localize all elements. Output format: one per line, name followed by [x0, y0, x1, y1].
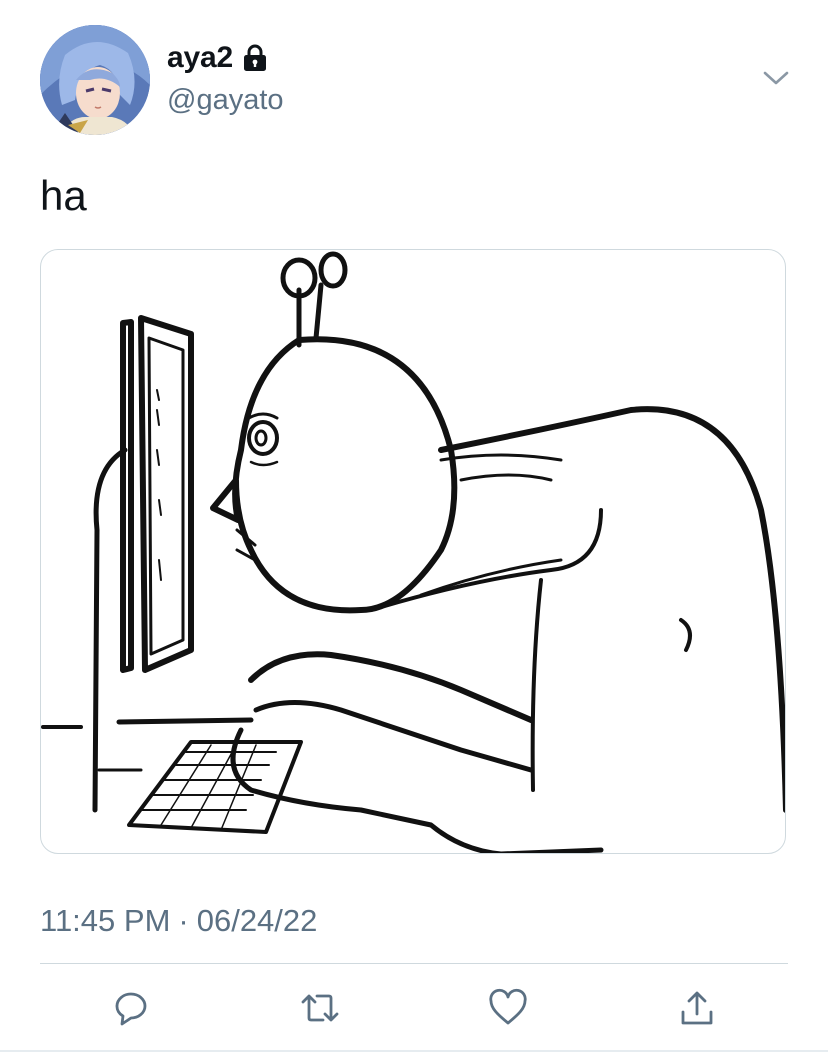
like-button[interactable] — [485, 985, 531, 1031]
avatar[interactable] — [40, 25, 150, 135]
reply-button[interactable] — [108, 985, 154, 1031]
heart-icon — [489, 988, 527, 1025]
reply-icon — [115, 992, 147, 1026]
tweet-time: 11:45 PM — [40, 903, 171, 938]
retweet-icon — [301, 994, 339, 1022]
author-display-name[interactable]: aya2 — [167, 40, 233, 76]
sketch-image — [41, 251, 785, 853]
tweet-actions — [0, 985, 828, 1031]
divider — [40, 963, 788, 964]
tweet-text: ha — [40, 172, 87, 219]
anime-avatar-icon — [40, 25, 150, 135]
tweet-timestamp[interactable]: 11:45 PM · 06/24/22 — [40, 902, 317, 940]
timestamp-separator: · — [178, 903, 189, 938]
tweet-detail: aya2 @gayato ha 11:45 PM · 06/24/22 — [0, 0, 828, 1052]
tweet-menu-button[interactable] — [758, 62, 794, 94]
lock-icon — [241, 43, 269, 73]
chevron-down-icon — [763, 71, 789, 85]
share-icon — [681, 991, 713, 1025]
share-button[interactable] — [674, 985, 720, 1031]
tweet-date: 06/24/22 — [196, 903, 318, 938]
author-display-name-row[interactable]: aya2 — [167, 40, 269, 76]
tweet-media[interactable] — [40, 249, 786, 854]
author-handle[interactable]: @gayato — [167, 82, 284, 118]
retweet-button[interactable] — [297, 985, 343, 1031]
